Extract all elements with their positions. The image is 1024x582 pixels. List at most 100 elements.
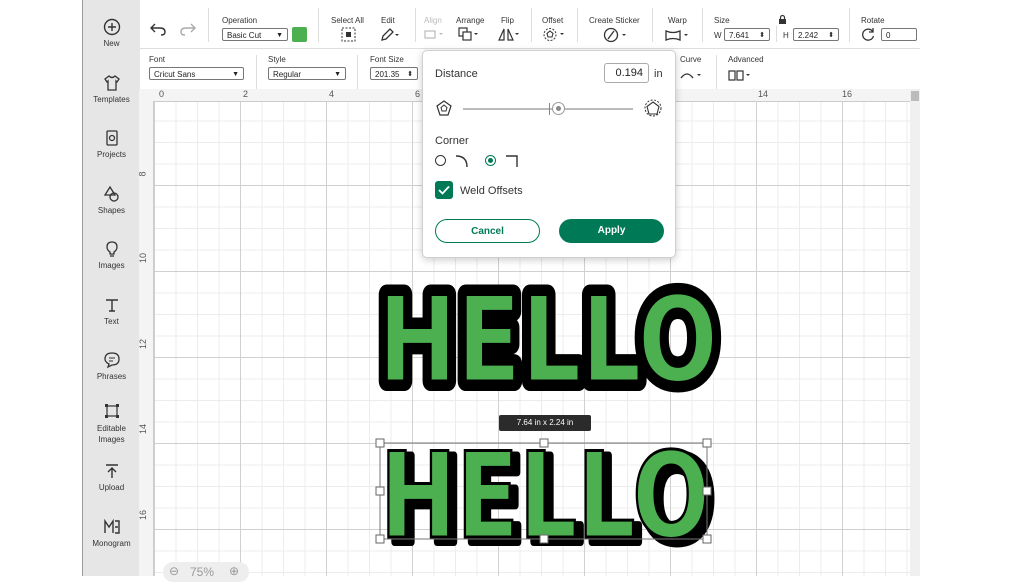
font-select[interactable]: Cricut Sans ▼ [149,67,244,80]
toolbar-separator [577,8,578,42]
plus-circle-icon [103,18,120,36]
resize-handle[interactable] [375,438,385,448]
distance-input[interactable]: 0.194 [604,63,649,83]
curve-label: Curve [680,55,702,64]
square-corner-icon [506,155,518,167]
resize-handle[interactable] [375,486,385,496]
toolbar-separator [716,55,717,89]
resize-handle[interactable] [702,438,712,448]
height-label: H [783,31,789,40]
sidebar-item-phrases[interactable]: Phrases [83,351,140,381]
offset-icon[interactable] [542,27,566,42]
sidebar-item-label: New [103,39,120,48]
width-input[interactable]: 7.641 ⬍ [724,28,770,41]
zoom-control: ⊖ 75% ⊕ [163,562,249,582]
color-swatch[interactable] [292,27,307,42]
distance-slider-track[interactable] [463,108,633,110]
outer-frame-left [0,0,82,576]
operation-value: Basic Cut [227,31,262,40]
operation-select[interactable]: Basic Cut ▼ [222,28,288,41]
weld-offsets-label: Weld Offsets [460,185,523,197]
offset-small-icon [436,100,452,116]
sticker-icon[interactable] [603,27,629,43]
resize-handle[interactable] [702,486,712,496]
ruler-tick-label: 2 [243,89,249,99]
top-toolbar: Operation Basic Cut ▼ Select All Edit Ali… [140,0,920,49]
font-size-value: 201.35 [375,70,400,79]
shirt-icon [103,75,120,91]
slider-center-mark [549,103,550,115]
operation-label: Operation [222,16,258,25]
caret-down-icon: ▼ [232,71,239,78]
align-icon [424,30,443,39]
font-size-input[interactable]: 201.35 ⬍ [370,67,418,80]
sidebar-item-shapes[interactable]: Shapes [83,185,140,215]
hello-bottom-group[interactable]: HELLO HELLO [379,427,721,576]
weld-offsets-checkbox[interactable] [435,181,453,199]
style-label: Style [268,55,286,64]
sidebar-item-label: Templates [93,95,130,104]
toolbar-separator [208,8,209,42]
curve-icon[interactable] [679,68,705,82]
size-tooltip: 7.64 in x 2.24 in [499,415,591,431]
flip-icon[interactable] [497,27,521,42]
rotate-input[interactable]: 0 [881,28,917,41]
text-icon [105,299,118,312]
sidebar-item-monogram[interactable]: Monogram [83,518,140,548]
resize-handle[interactable] [702,534,712,544]
offset-large-icon [644,99,662,117]
resize-handle[interactable] [539,534,549,544]
sidebar-item-editable-images[interactable]: Editable Images [83,402,140,445]
ruler-tick-label: 4 [329,89,335,99]
sidebar-item-new[interactable]: New [83,18,140,48]
style-select[interactable]: Regular ▼ [268,67,346,80]
scrollbar-thumb[interactable] [911,91,919,101]
select-all-icon[interactable] [341,27,356,42]
stepper-icon[interactable]: ⬍ [759,29,765,42]
lock-icon[interactable] [778,14,787,25]
stepper-icon[interactable]: ⬍ [407,68,413,81]
sidebar-item-upload[interactable]: Upload [83,462,140,492]
align-label: Align [424,16,442,25]
style-value: Regular [273,70,302,79]
hello-top-group[interactable]: HELLO HELLO [368,262,728,420]
create-sticker-label: Create Sticker [589,16,640,25]
shapes-icon [103,185,119,202]
sidebar-item-projects[interactable]: Projects [83,129,140,159]
sidebar-item-label: Editable Images [97,424,126,444]
upload-icon [105,464,118,478]
font-size-label: Font Size [370,55,404,64]
sidebar-item-label: Images [98,261,125,270]
advanced-icon[interactable] [728,69,754,82]
ruler-tick-label: 8 [137,171,148,177]
resize-handle[interactable] [375,534,385,544]
toolbar-separator [776,26,777,42]
height-input[interactable]: 2.242 ⬍ [793,28,839,41]
corner-square-radio[interactable] [485,155,496,166]
toolbar-separator [702,8,703,42]
sidebar-item-templates[interactable]: Templates [83,74,140,104]
offset-label: Offset [542,16,564,25]
undo-icon[interactable] [150,22,166,36]
edit-pencil-icon[interactable] [380,27,400,42]
width-value: 7.641 [729,31,750,40]
redo-icon[interactable] [180,22,196,36]
vertical-scrollbar[interactable] [910,89,920,576]
edit-label: Edit [381,16,395,25]
distance-unit: in [654,68,663,80]
apply-button[interactable]: Apply [559,219,664,243]
left-sidebar: New Templates Projects Shapes Images Tex… [82,0,140,576]
arrange-icon[interactable] [458,27,480,42]
sidebar-item-text[interactable]: Text [83,296,140,326]
sidebar-item-images[interactable]: Images [83,240,140,270]
rounded-corner-icon [455,155,468,168]
flip-label: Flip [501,16,514,25]
distance-slider-thumb[interactable] [551,102,565,115]
corner-rounded-radio[interactable] [435,155,446,166]
resize-handle[interactable] [539,438,549,448]
stepper-icon[interactable]: ⬍ [828,29,834,42]
sidebar-item-label: Phrases [96,372,127,381]
cancel-button[interactable]: Cancel [435,219,540,243]
warp-icon[interactable] [664,28,692,42]
width-label: W [714,31,722,40]
